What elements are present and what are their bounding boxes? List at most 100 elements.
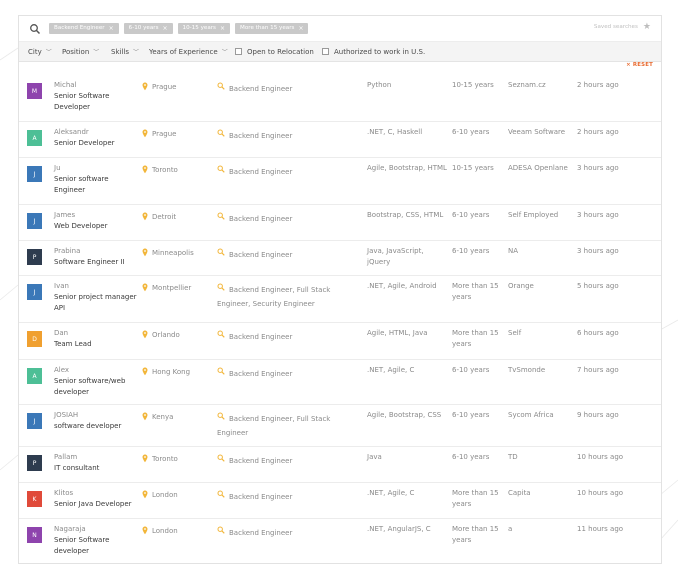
avatar[interactable]: P (27, 455, 42, 471)
city-filter-dropdown[interactable]: City ﹀ (28, 42, 52, 61)
company-cell: a (508, 525, 513, 533)
table-row[interactable]: J JOSIAH software developer Kenya Backend En… (19, 404, 661, 447)
position-text: Backend Engineer (229, 132, 293, 140)
candidate-name[interactable]: Prabina (54, 246, 139, 257)
avatar[interactable]: J (27, 284, 42, 300)
experience-filter-dropdown[interactable]: Years of Experience ﹀ (149, 42, 228, 61)
candidate-name-cell: Klitos Senior Java Developer (54, 488, 139, 510)
filter-chip[interactable]: Backend Engineer × (49, 23, 119, 34)
city-cell: Prague (142, 82, 217, 93)
years-cell: 10-15 years (452, 164, 494, 172)
position-text: Backend Engineer (229, 215, 293, 223)
position-cell: Backend Engineer (217, 367, 347, 381)
candidate-name-cell: Ju Senior software Engineer (54, 163, 139, 196)
relocation-checkbox[interactable]: Open to Relocation (235, 42, 314, 61)
position-cell: Backend Engineer, Full Stack Engineer, S… (217, 283, 347, 311)
table-row[interactable]: J Ju Senior software Engineer Toronto Backen… (19, 157, 661, 205)
authorized-checkbox[interactable]: Authorized to work in U.S. (322, 42, 425, 61)
reset-button[interactable]: × RESET (626, 62, 653, 68)
years-cell: More than 15 years (452, 329, 499, 348)
search-icon (217, 248, 225, 256)
search-icon (30, 23, 41, 34)
filter-chip[interactable]: 10-15 years × (177, 23, 231, 34)
years-cell: More than 15 years (452, 525, 499, 544)
years-cell: 6-10 years (452, 211, 490, 219)
candidate-title: IT consultant (54, 464, 100, 472)
candidate-search-panel: Backend Engineer × 6-10 years × 10-15 year… (18, 15, 662, 564)
candidate-title: Senior Software developer (54, 536, 110, 555)
company-cell: Self Employed (508, 211, 559, 219)
candidate-name[interactable]: Pallam (54, 452, 139, 463)
city-text: London (152, 491, 178, 499)
position-text: Backend Engineer (229, 333, 293, 341)
avatar[interactable]: K (27, 491, 42, 507)
table-row[interactable]: J Ivan Senior project manager API Montpelli… (19, 275, 661, 323)
years-cell: 6-10 years (452, 128, 490, 136)
time-cell: 7 hours ago (577, 366, 619, 374)
avatar[interactable]: J (27, 166, 42, 182)
table-row[interactable]: M Michal Senior Software Developer Prague Ba… (19, 74, 661, 122)
checkbox[interactable] (235, 48, 242, 55)
candidate-name[interactable]: Ju (54, 163, 139, 174)
candidate-name-cell: JOSIAH software developer (54, 410, 139, 432)
candidate-name[interactable]: Ivan (54, 281, 139, 292)
table-row[interactable]: P Pallam IT consultant Toronto Backend Engin… (19, 446, 661, 483)
years-cell: More than 15 years (452, 489, 499, 508)
candidate-name[interactable]: James (54, 210, 139, 221)
table-row[interactable]: A Aleksandr Senior Developer Prague Backend … (19, 121, 661, 158)
table-row[interactable]: K Klitos Senior Java Developer London Backen… (19, 482, 661, 519)
avatar[interactable]: J (27, 213, 42, 229)
city-text: Hong Kong (152, 368, 191, 376)
checkbox[interactable] (322, 48, 329, 55)
saved-searches-button[interactable]: Saved searches ★ (594, 22, 651, 32)
avatar[interactable]: A (27, 130, 42, 146)
time-cell: 3 hours ago (577, 247, 619, 255)
chevron-down-icon: ﹀ (221, 49, 228, 56)
candidate-name[interactable]: JOSIAH (54, 410, 139, 421)
time-cell: 11 hours ago (577, 525, 624, 533)
location-pin-icon (142, 165, 148, 174)
candidate-name[interactable]: Alex (54, 365, 139, 376)
table-row[interactable]: D Dan Team Lead Orlando Backend Engineer Agil… (19, 322, 661, 360)
avatar[interactable]: P (27, 249, 42, 265)
candidate-name[interactable]: Klitos (54, 488, 139, 499)
close-icon[interactable]: × (220, 23, 225, 34)
candidate-name[interactable]: Nagaraja (54, 524, 139, 535)
candidate-title: Team Lead (54, 340, 92, 348)
close-icon[interactable]: × (109, 23, 114, 34)
avatar[interactable]: N (27, 527, 42, 543)
table-row[interactable]: N Nagaraja Senior Software developer London… (19, 518, 661, 563)
candidate-title: Senior Developer (54, 139, 115, 147)
filter-chip[interactable]: More than 15 years × (235, 23, 309, 34)
city-text: Montpellier (152, 284, 192, 292)
avatar[interactable]: D (27, 331, 42, 347)
city-text: Toronto (152, 166, 178, 174)
skills-filter-dropdown[interactable]: Skills ﹀ (111, 42, 139, 61)
candidate-name[interactable]: Dan (54, 328, 139, 339)
search-bar[interactable]: Backend Engineer × 6-10 years × 10-15 year… (19, 16, 661, 42)
table-row[interactable]: J James Web Developer Detroit Backend Engine… (19, 204, 661, 241)
close-icon[interactable]: × (298, 23, 303, 34)
table-row[interactable]: A Alex Senior software/web developer Hong K… (19, 359, 661, 405)
skills-cell: Agile, HTML, Java (367, 329, 428, 337)
filter-chip[interactable]: 6-10 years × (123, 23, 173, 34)
company-cell: NA (508, 247, 519, 255)
close-icon: × (626, 62, 631, 68)
candidate-name[interactable]: Michal (54, 80, 139, 91)
time-cell: 2 hours ago (577, 81, 619, 89)
position-text: Backend Engineer (229, 168, 293, 176)
location-pin-icon (142, 454, 148, 463)
avatar[interactable]: M (27, 83, 42, 99)
avatar[interactable]: J (27, 413, 42, 429)
avatar[interactable]: A (27, 368, 42, 384)
city-text: Orlando (152, 331, 180, 339)
position-filter-dropdown[interactable]: Position ﹀ (62, 42, 99, 61)
position-cell: Backend Engineer (217, 82, 347, 96)
candidate-name-cell: Alex Senior software/web developer (54, 365, 139, 398)
location-pin-icon (142, 526, 148, 535)
table-row[interactable]: P Prabina Software Engineer II Minneapolis B… (19, 240, 661, 276)
candidate-name[interactable]: Aleksandr (54, 127, 139, 138)
position-cell: Backend Engineer (217, 490, 347, 504)
position-text: Backend Engineer (229, 493, 293, 501)
close-icon[interactable]: × (163, 23, 168, 34)
